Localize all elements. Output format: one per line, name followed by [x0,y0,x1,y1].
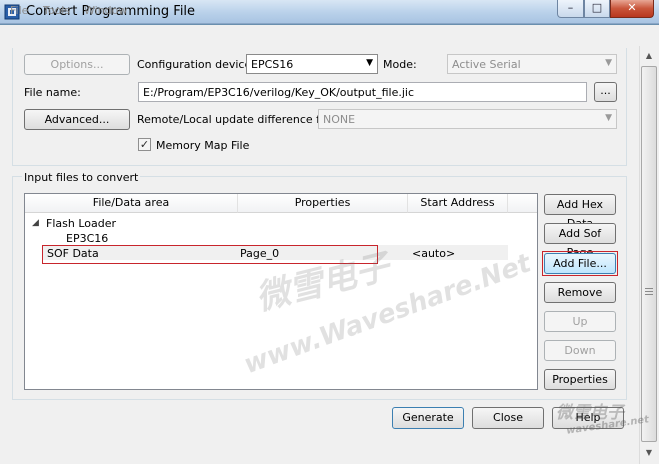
file-name-label: File name: [24,86,81,99]
remote-update-value: NONE [323,113,356,126]
expand-triangle-icon[interactable]: ◢ [32,218,39,228]
memory-map-checkbox[interactable]: ✓ [138,138,151,151]
sof-data-properties: Page_0 [240,247,280,260]
remove-button[interactable]: Remove [544,282,616,303]
advanced-button[interactable]: Advanced... [24,109,130,130]
mode-label: Mode: [383,58,417,71]
column-properties[interactable]: Properties [238,194,408,213]
remote-update-label: Remote/Local update difference file: [137,113,337,126]
tree-item-sof-data[interactable]: SOF Data [47,247,99,260]
config-device-label: Configuration device: [137,58,255,71]
mode-select[interactable]: Active Serial ▼ [447,54,617,74]
properties-button[interactable]: Properties [544,369,616,390]
add-hex-data-button[interactable]: Add Hex Data [544,194,616,230]
sof-data-start-address: <auto> [412,247,456,260]
column-filler [508,194,537,213]
up-button[interactable]: Up [544,311,616,332]
config-device-value: EPCS16 [251,58,294,71]
config-device-select[interactable]: EPCS16 ▼ [246,54,378,74]
options-button[interactable]: Options... [24,54,130,75]
grip-icon [645,288,653,289]
file-name-input[interactable]: E:/Program/EP3C16/verilog/Key_OK/output_… [138,82,587,102]
memory-map-label: Memory Map File [156,139,250,152]
menu-tools[interactable]: Tools [43,4,70,17]
remote-update-select[interactable]: NONE ▼ [318,109,617,129]
highlight-box [542,251,618,276]
generate-button[interactable]: Generate [392,407,464,429]
close-window-button[interactable]: ✕ [610,0,654,18]
close-button[interactable]: Close [472,407,544,429]
add-sof-page-button[interactable]: Add Sof Page [544,223,616,259]
tree-item-device[interactable]: EP3C16 [66,232,108,245]
dropdown-arrow-icon: ▼ [366,58,373,68]
tree-item-flash-loader[interactable]: Flash Loader [46,217,116,230]
mode-value: Active Serial [452,58,521,71]
input-files-title: Input files to convert [22,171,141,184]
dropdown-arrow-icon: ▼ [605,58,612,68]
menu-file[interactable]: File [10,4,28,17]
column-start-address[interactable]: Start Address [408,194,508,213]
down-button[interactable]: Down [544,340,616,361]
scrollbar-thumb[interactable] [641,66,657,442]
file-name-value: E:/Program/EP3C16/verilog/Key_OK/output_… [143,86,414,99]
column-file-data-area[interactable]: File/Data area [25,194,238,213]
scroll-down-icon[interactable]: ▼ [641,445,657,461]
minimize-button[interactable]: – [557,0,584,18]
scroll-up-icon[interactable]: ▲ [641,48,657,64]
dropdown-arrow-icon: ▼ [605,113,612,123]
maximize-button[interactable]: □ [584,0,610,18]
menu-bar [0,25,659,46]
browse-button[interactable]: ... [594,82,617,102]
menu-window[interactable]: Window [84,4,127,17]
